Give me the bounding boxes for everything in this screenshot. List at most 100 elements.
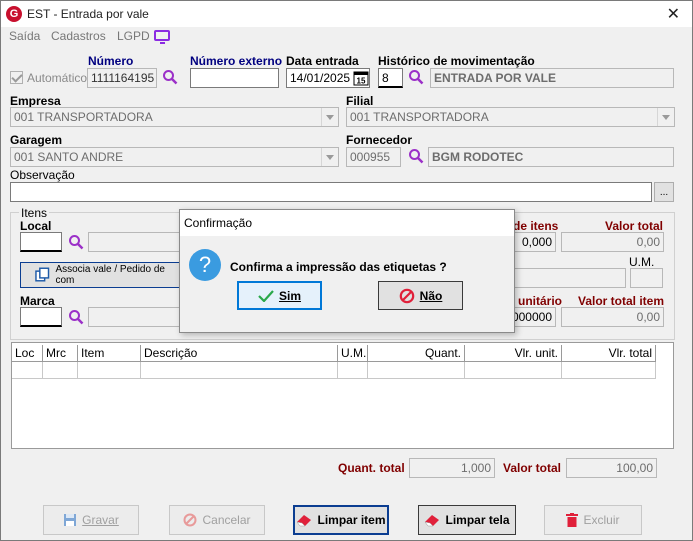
cancelar-button[interactable]: Cancelar <box>169 505 265 535</box>
sim-label: Sim <box>278 288 301 303</box>
column-header-loc[interactable]: Loc <box>12 345 43 362</box>
column-header-descricao[interactable]: Descrição <box>141 345 338 362</box>
chevron-down-icon[interactable] <box>321 148 338 166</box>
cancelar-label: Cancelar <box>202 513 251 527</box>
menu-bar: Saída Cadastros LGPD <box>1 27 692 47</box>
table-cell[interactable] <box>141 362 338 379</box>
item-unidade-desc-field <box>501 268 626 288</box>
itens-group-label: Itens <box>19 206 50 220</box>
associa-vale-button[interactable]: Associa vale / Pedido de com <box>20 262 183 288</box>
numero-label: Número <box>88 54 134 68</box>
valor-total-item-label: Valor total item <box>578 294 665 308</box>
copy-icon <box>35 267 50 282</box>
fornecedor-code-field[interactable]: 000955 <box>346 147 401 167</box>
filial-label: Filial <box>346 94 374 108</box>
valor-total-field: 0,00 <box>561 232 664 252</box>
associa-vale-label: Associa vale / Pedido de com <box>55 264 165 286</box>
garagem-select[interactable]: 001 SANTO ANDRE <box>10 147 339 167</box>
filial-value: 001 TRANSPORTADORA <box>350 110 489 124</box>
chevron-down-icon[interactable] <box>657 108 674 126</box>
confirmation-dialog: Confirmação ? Confirma a impressão das e… <box>179 209 515 333</box>
calendar-icon[interactable]: 15 <box>353 70 369 86</box>
historico-label: Histórico de movimentação <box>378 54 535 68</box>
table-cell[interactable] <box>368 362 465 379</box>
valor-total-sum-label: Valor total <box>503 461 562 475</box>
table-cell[interactable] <box>43 362 78 379</box>
chevron-down-icon[interactable] <box>321 108 338 126</box>
excluir-button[interactable]: Excluir <box>544 505 642 535</box>
column-header-um[interactable]: U.M. <box>338 345 368 362</box>
search-icon[interactable] <box>408 69 424 85</box>
search-icon[interactable] <box>408 148 424 164</box>
empresa-label: Empresa <box>10 94 61 108</box>
local-field[interactable] <box>20 232 62 252</box>
close-icon[interactable]: ✕ <box>667 4 680 24</box>
trash-icon <box>566 513 579 527</box>
column-header-vlr-total[interactable]: Vlr. total <box>562 345 656 362</box>
limpar-tela-button[interactable]: Limpar tela <box>418 505 516 535</box>
fornecedor-name-field: BGM RODOTEC <box>428 147 674 167</box>
limpar-tela-label: Limpar tela <box>445 513 510 527</box>
cancel-icon <box>183 513 197 527</box>
save-icon <box>64 514 77 526</box>
window-title: EST - Entrada por vale <box>27 7 149 21</box>
data-entrada-label: Data entrada <box>286 54 359 68</box>
local-desc-field <box>88 232 183 252</box>
quant-total-label: Quant. total <box>338 461 405 475</box>
quantidade-itens-label: de itens <box>513 219 559 233</box>
monitor-icon[interactable] <box>154 30 170 44</box>
numero-externo-field[interactable] <box>190 68 279 88</box>
nao-button[interactable]: Não <box>378 281 463 310</box>
column-header-quant[interactable]: Quant. <box>368 345 465 362</box>
observacao-label: Observação <box>10 168 75 182</box>
menu-lgpd[interactable]: LGPD <box>117 29 150 43</box>
limpar-item-label: Limpar item <box>317 513 386 527</box>
um-field <box>630 268 663 288</box>
historico-code-field[interactable]: 8 <box>378 68 403 88</box>
question-icon: ? <box>189 249 221 281</box>
observacao-field[interactable] <box>10 182 652 202</box>
automatico-checkbox[interactable] <box>10 71 23 84</box>
table-cell[interactable] <box>12 362 43 379</box>
eraser-icon <box>296 515 312 527</box>
title-bar: G EST - Entrada por vale ✕ <box>1 1 692 27</box>
excluir-label: Excluir <box>583 513 620 527</box>
search-icon[interactable] <box>68 309 84 325</box>
items-table[interactable]: Loc Mrc Item Descrição U.M. Quant. Vlr. … <box>11 342 674 449</box>
search-icon[interactable] <box>68 234 84 250</box>
empresa-select[interactable]: 001 TRANSPORTADORA <box>10 107 339 127</box>
table-cell[interactable] <box>562 362 656 379</box>
marca-field[interactable] <box>20 307 62 327</box>
automatico-label: Automático <box>27 71 88 85</box>
menu-saida[interactable]: Saída <box>9 29 40 43</box>
table-cell[interactable] <box>465 362 562 379</box>
eraser-icon <box>424 515 440 527</box>
data-entrada-value: 14/01/2025 <box>290 71 351 85</box>
nao-label: Não <box>419 288 443 303</box>
menu-cadastros[interactable]: Cadastros <box>51 29 106 43</box>
dialog-title: Confirmação <box>180 210 514 236</box>
table-cell[interactable] <box>338 362 368 379</box>
numero-field[interactable]: 1111164195 <box>87 68 157 88</box>
limpar-item-button[interactable]: Limpar item <box>293 505 389 535</box>
quant-total-field: 1,000 <box>409 458 495 478</box>
marca-label: Marca <box>20 294 55 308</box>
table-cell[interactable] <box>78 362 141 379</box>
marca-desc-field <box>88 307 183 327</box>
um-label: U.M. <box>629 255 655 269</box>
column-header-vlr-unit[interactable]: Vlr. unit. <box>465 345 562 362</box>
valor-unitario-label: r unitário <box>510 294 563 308</box>
sim-button[interactable]: Sim <box>237 281 322 310</box>
observacao-ellipsis-button[interactable]: ... <box>654 182 674 202</box>
column-header-item[interactable]: Item <box>78 345 141 362</box>
search-icon[interactable] <box>162 69 178 85</box>
numero-externo-label: Número externo <box>190 54 283 68</box>
gravar-button[interactable]: Gravar <box>43 505 139 535</box>
calendar-day-text: 15 <box>357 77 366 86</box>
garagem-label: Garagem <box>10 133 63 147</box>
local-label: Local <box>20 219 52 233</box>
app-logo-icon: G <box>6 6 22 22</box>
valor-total-sum-field: 100,00 <box>566 458 657 478</box>
filial-select[interactable]: 001 TRANSPORTADORA <box>346 107 675 127</box>
column-header-mrc[interactable]: Mrc <box>43 345 78 362</box>
